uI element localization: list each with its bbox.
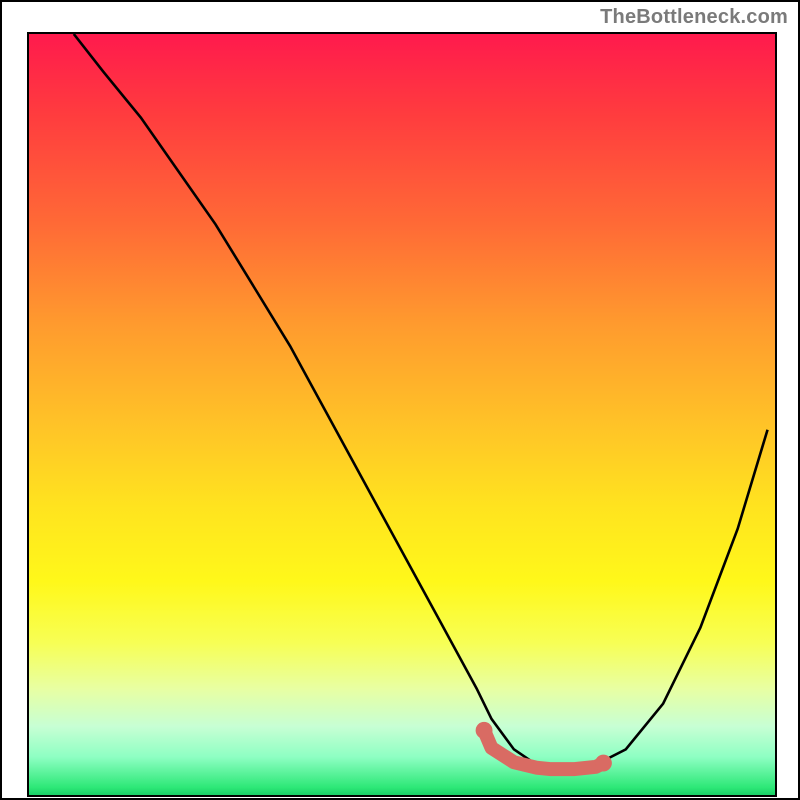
sweet-spot-marker xyxy=(484,730,603,769)
sweet-spot-end-dot xyxy=(595,755,612,772)
sweet-spot-start-dot xyxy=(476,722,493,739)
bottleneck-curve xyxy=(74,34,768,768)
chart-container: TheBottleneck.com xyxy=(0,0,800,800)
plot-area xyxy=(27,32,777,797)
curve-layer xyxy=(29,34,775,795)
attribution-label: TheBottleneck.com xyxy=(600,6,788,29)
